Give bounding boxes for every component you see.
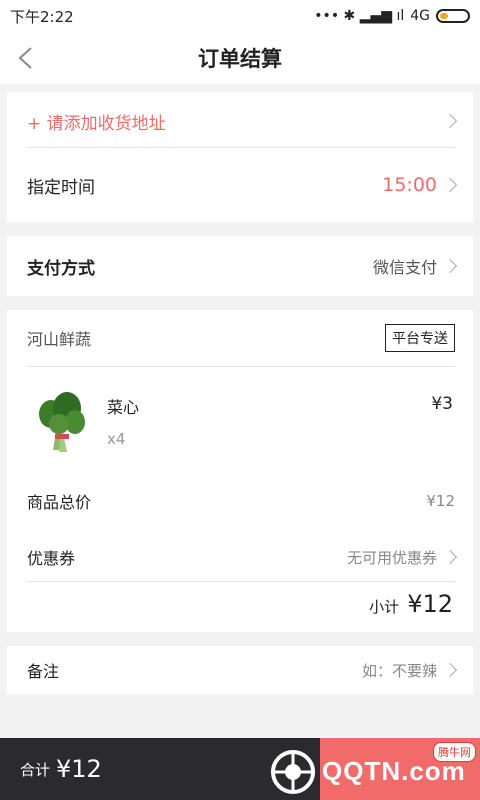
time-value: 15:00 bbox=[382, 174, 437, 196]
status-time: 下午2:22 bbox=[10, 7, 74, 26]
payment-row[interactable]: 支付方式 微信支付 bbox=[27, 251, 458, 281]
add-address-label: + 请添加收货地址 bbox=[27, 113, 166, 134]
divider bbox=[27, 147, 455, 148]
shop-name: 河山鲜蔬 bbox=[27, 330, 92, 349]
product-quantity: x4 bbox=[107, 430, 126, 448]
coupon-row[interactable]: 优惠券 无可用优惠券 bbox=[27, 542, 458, 572]
chevron-right-icon bbox=[442, 662, 458, 678]
back-button[interactable] bbox=[10, 42, 40, 74]
watermark-logo-icon bbox=[271, 750, 315, 794]
product-image bbox=[39, 392, 85, 452]
coupon-label: 优惠券 bbox=[27, 549, 76, 568]
network-label: 4G bbox=[410, 8, 430, 24]
status-icons: ••• ✱ ▂▄▆ ıl 4G bbox=[314, 8, 470, 24]
chevron-right-icon bbox=[442, 258, 458, 274]
subtotal-amount: ¥12 bbox=[407, 590, 453, 618]
order-card: 河山鲜蔬 平台专送 菜心 x4 ¥3 商品总价 ¥12 优惠券 无可用优惠券 小… bbox=[7, 310, 473, 632]
shop-row: 河山鲜蔬 平台专送 bbox=[27, 323, 455, 353]
subtotal-label: 小计 bbox=[369, 598, 400, 616]
page-title: 订单结算 bbox=[198, 47, 282, 71]
time-label: 指定时间 bbox=[27, 177, 95, 198]
coupon-value: 无可用优惠券 bbox=[346, 548, 437, 567]
remark-placeholder: 如：不要辣 bbox=[361, 661, 437, 680]
product-name: 菜心 bbox=[107, 398, 140, 417]
subtotal: 小计 ¥12 bbox=[369, 590, 453, 618]
status-bar: 下午2:22 ••• ✱ ▂▄▆ ıl 4G bbox=[0, 0, 480, 32]
remark-label: 备注 bbox=[27, 662, 60, 681]
divider bbox=[27, 581, 455, 582]
nav-bar: 订单结算 bbox=[0, 32, 480, 84]
battery-icon bbox=[436, 9, 470, 23]
remark-row[interactable]: 备注 如：不要辣 bbox=[27, 655, 458, 685]
add-address-row[interactable]: + 请添加收货地址 bbox=[27, 106, 458, 136]
product-price: ¥3 bbox=[431, 394, 453, 414]
total-label: 合计 bbox=[20, 760, 51, 779]
remark-card: 备注 如：不要辣 bbox=[7, 646, 473, 694]
delivery-tag: 平台专送 bbox=[385, 324, 455, 352]
payment-value: 微信支付 bbox=[372, 258, 437, 277]
watermark-badge: 腾牛网 bbox=[433, 742, 476, 762]
payment-label: 支付方式 bbox=[27, 258, 95, 279]
time-row[interactable]: 指定时间 15:00 bbox=[27, 170, 458, 200]
payment-card: 支付方式 微信支付 bbox=[7, 236, 473, 296]
chevron-right-icon bbox=[442, 177, 458, 193]
total-amount: ¥12 bbox=[56, 755, 102, 783]
watermark: QQTN.com 腾牛网 bbox=[262, 740, 476, 798]
goods-total-row: 商品总价 ¥12 bbox=[27, 486, 455, 516]
goods-total-value: ¥12 bbox=[426, 492, 455, 510]
chevron-right-icon bbox=[442, 113, 458, 129]
signal-icons: ••• ✱ ▂▄▆ ıl bbox=[314, 8, 405, 24]
chevron-right-icon bbox=[442, 549, 458, 565]
divider bbox=[27, 366, 455, 367]
goods-total-label: 商品总价 bbox=[27, 493, 92, 512]
delivery-card: + 请添加收货地址 指定时间 15:00 bbox=[7, 92, 473, 222]
chevron-left-icon bbox=[18, 47, 32, 69]
